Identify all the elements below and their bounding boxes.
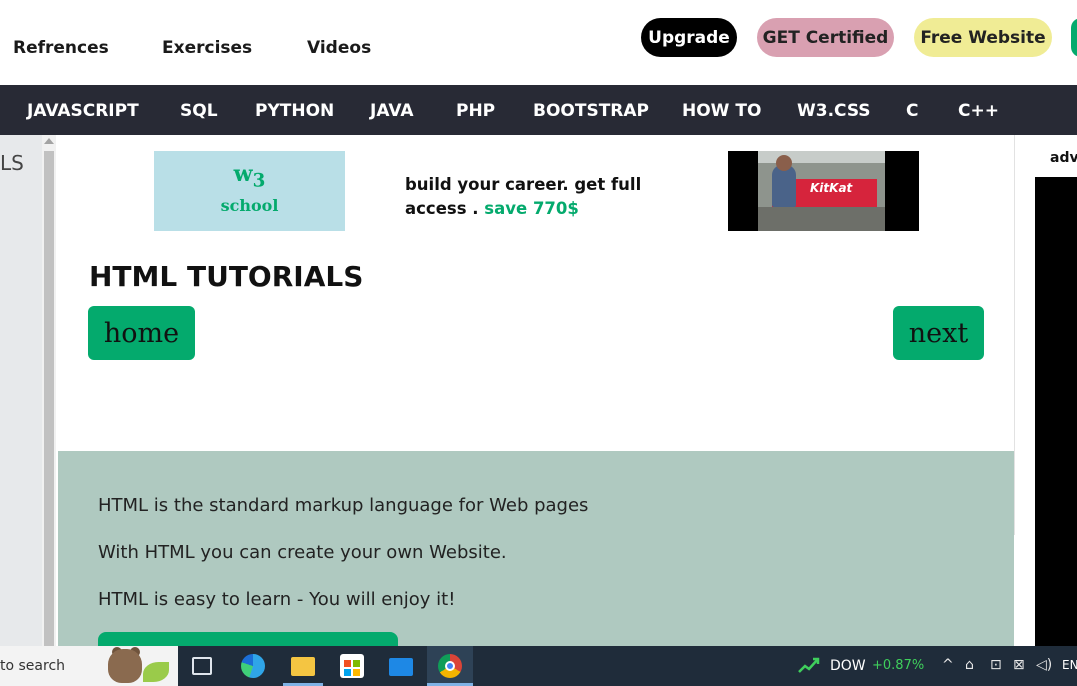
scrollbar-thumb[interactable] [44,151,54,646]
page-title: HTML TUTORIALS [89,260,364,293]
ad-video[interactable]: KitKat [728,151,919,231]
right-ad-block[interactable] [1035,177,1077,646]
nav-item-c[interactable]: C [906,101,918,121]
left-sidebar: LS [0,135,42,646]
ad-photo-image: KitKat [758,151,885,231]
windows-taskbar: to search DOW +0.87% ^ ⌂ ⊡ ⊠ ◁) EN [0,646,1077,686]
chrome-icon[interactable] [438,654,462,678]
nav-link-exercises[interactable]: Exercises [162,38,252,58]
stock-change: +0.87% [872,658,925,673]
ad-save-text: save 770$ [484,199,579,218]
advertisement-label: adv [1050,150,1077,166]
main-content: w3 school build your career. get full ac… [58,135,1014,662]
upgrade-button[interactable]: Upgrade [641,18,737,57]
free-website-button[interactable]: Free Website [914,18,1052,57]
nav-item-java[interactable]: JAVA [370,101,414,121]
intro-line: With HTML you can create your own Websit… [98,542,507,563]
show-hidden-icons-icon[interactable]: ^ [942,657,954,673]
partial-green-button[interactable] [1071,18,1077,57]
search-placeholder: to search [0,658,66,674]
intro-line: HTML is the standard markup language for… [98,495,589,516]
ad-logo-w: w [233,161,253,187]
ad-logo-school: school [220,196,279,215]
leaf-icon [143,662,169,682]
ad-promo-text[interactable]: build your career. get full access . sav… [405,173,645,221]
display-icon[interactable]: ⊠ [1013,657,1025,673]
taskbar-search-box[interactable]: to search [0,646,178,686]
network-icon[interactable]: ⌂ [965,657,974,673]
task-view-icon[interactable] [192,657,212,675]
mail-icon[interactable] [389,658,413,676]
next-button[interactable]: next [893,306,984,360]
language-indicator[interactable]: EN [1062,658,1077,672]
top-header: Refrences Exercises Videos Upgrade GET C… [0,0,1077,85]
volume-icon[interactable]: ◁) [1036,657,1052,673]
ad-logo-sub: 3 [252,170,266,192]
nav-item-php[interactable]: PHP [456,101,495,121]
nav-item-how-to[interactable]: HOW TO [682,101,761,121]
stock-chart-icon[interactable] [798,654,820,676]
bear-icon [108,649,142,683]
file-explorer-icon[interactable] [291,657,315,676]
tutorial-navbar: JAVASCRIPT SQL PYTHON JAVA PHP BOOTSTRAP… [0,85,1077,135]
stock-name[interactable]: DOW [830,658,866,674]
intro-panel: HTML is the standard markup language for… [58,451,1014,662]
nav-item-bootstrap[interactable]: BOOTSTRAP [533,101,649,121]
intro-line: HTML is easy to learn - You will enjoy i… [98,589,456,610]
right-ad-panel: adv [1015,135,1077,646]
nav-item-python[interactable]: PYTHON [255,101,334,121]
nav-link-videos[interactable]: Videos [307,38,371,58]
home-button[interactable]: home [88,306,195,360]
battery-icon[interactable]: ⊡ [990,657,1002,673]
w3school-ad-logo[interactable]: w3 school [154,151,345,231]
microsoft-store-icon[interactable] [340,654,364,678]
browser-page: Refrences Exercises Videos Upgrade GET C… [0,0,1077,686]
nav-item-w3css[interactable]: W3.CSS [797,101,871,121]
nav-link-references[interactable]: Refrences [13,38,109,58]
ad-photo-brand: KitKat [810,181,853,195]
nav-item-sql[interactable]: SQL [180,101,218,121]
nav-item-cpp[interactable]: C++ [958,101,999,121]
sidebar-scrollbar[interactable] [42,135,56,646]
scroll-up-arrow-icon[interactable] [44,138,54,144]
edge-browser-icon[interactable] [241,654,265,678]
sidebar-partial-label: LS [0,151,24,175]
nav-item-javascript[interactable]: JAVASCRIPT [27,101,139,121]
get-certified-button[interactable]: GET Certified [757,18,894,57]
